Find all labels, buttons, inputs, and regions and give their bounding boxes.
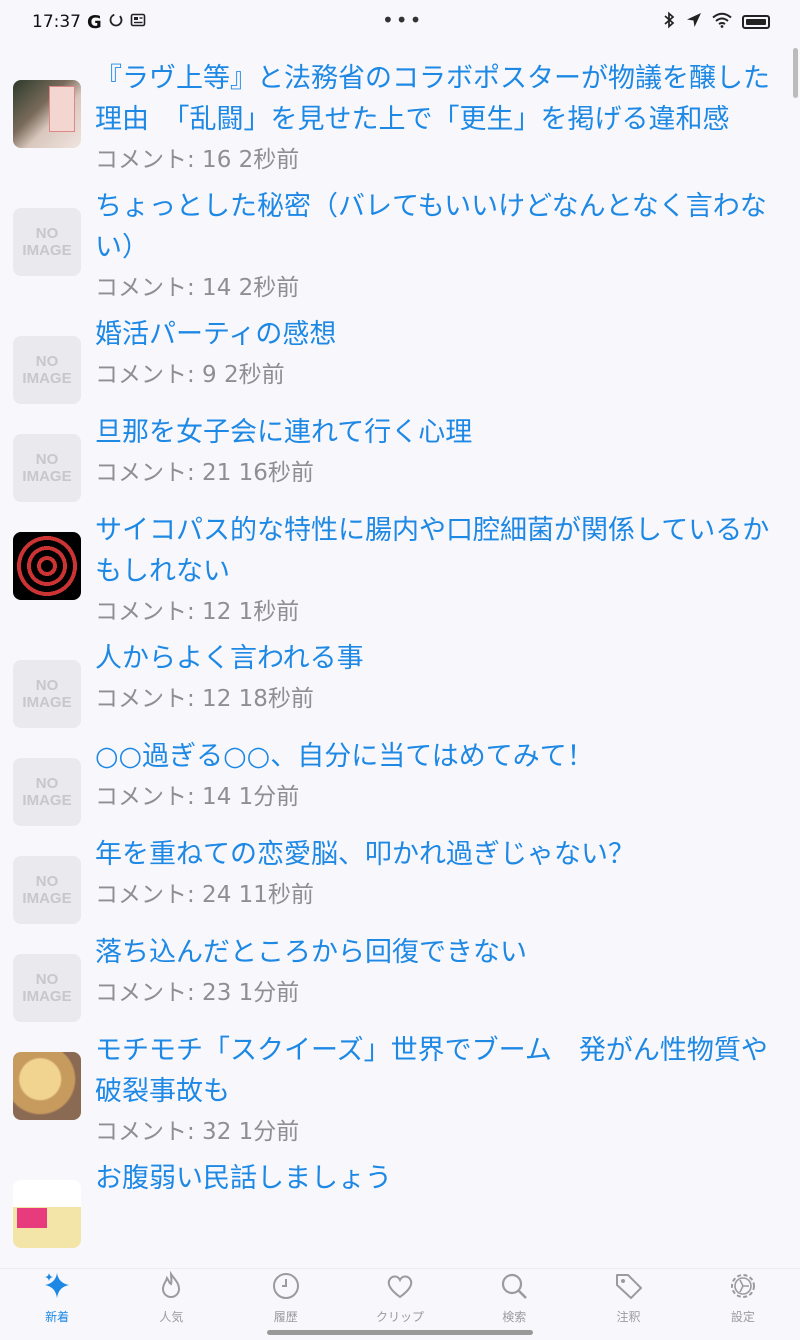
tab-tag[interactable]: 注釈 — [572, 1269, 686, 1340]
list-item-body: サイコパス的な特性に腸内や口腔細菌が関係しているかもしれないコメント: 12 1… — [95, 510, 780, 630]
topic-title[interactable]: 年を重ねての恋愛脳、叩かれ過ぎじゃない？ — [95, 834, 780, 875]
comment-count-time: コメント: 21 16秒前 — [95, 460, 314, 486]
no-image-label: NO — [35, 775, 59, 792]
thumbnail-image — [13, 1180, 81, 1248]
list-item-body: 年を重ねての恋愛脳、叩かれ過ぎじゃない？ コメント: 24 11秒前 — [95, 834, 780, 913]
tab-label: 履歴 — [273, 1310, 298, 1324]
no-image-placeholder: NO IMAGE — [13, 208, 81, 276]
list-item[interactable]: NO IMAGE 年を重ねての恋愛脳、叩かれ過ぎじゃない？ コメント: 24 11秒前 — [0, 826, 800, 924]
thumbnail-image — [13, 1052, 81, 1120]
thumbnail-image — [13, 80, 81, 148]
no-image-label: NO — [35, 873, 59, 890]
no-image-label: IMAGE — [22, 792, 72, 809]
comment-count-time: コメント: 23 1分前 — [95, 980, 300, 1006]
topic-title[interactable]: ちょっとした秘密（バレてもいいけどなんとなく言わない） — [95, 186, 780, 268]
clock-icon — [271, 1271, 301, 1305]
tab-label: 設定 — [730, 1310, 755, 1324]
topic-list: 『ラヴ上等』と法務省のコラボポスターが物議を醸した理由 「乱闘」を見せた上で「更… — [0, 50, 800, 1268]
tag-icon — [614, 1271, 644, 1305]
search-icon — [499, 1271, 529, 1305]
no-image-label: NO — [35, 451, 59, 468]
no-image-label: NO — [35, 971, 59, 988]
comment-count-time: コメント: 14 2秒前 — [95, 275, 300, 301]
tab-sparkle[interactable]: 新着 — [0, 1269, 114, 1340]
no-image-label: IMAGE — [22, 370, 72, 387]
flame-icon — [156, 1270, 186, 1305]
list-item[interactable]: サイコパス的な特性に腸内や口腔細菌が関係しているかもしれないコメント: 12 1… — [0, 502, 800, 630]
list-item[interactable]: 『ラヴ上等』と法務省のコラボポスターが物議を醸した理由 「乱闘」を見せた上で「更… — [0, 50, 800, 178]
tab-label: 検索 — [502, 1310, 527, 1324]
location-arrow-icon — [686, 12, 702, 33]
google-icon: G — [87, 11, 102, 33]
comment-count-time: コメント: 16 2秒前 — [95, 147, 300, 173]
status-time: 17:37 — [32, 12, 81, 32]
no-image-placeholder: NO IMAGE — [13, 758, 81, 826]
tab-label: 新着 — [45, 1310, 70, 1324]
wifi-icon — [712, 12, 732, 33]
news-icon — [130, 12, 146, 33]
tab-label: 注釈 — [616, 1310, 641, 1324]
thumbnail-image — [13, 532, 81, 600]
no-image-label: IMAGE — [22, 890, 72, 907]
no-image-placeholder: NO IMAGE — [13, 434, 81, 502]
gear-icon — [728, 1271, 758, 1305]
home-indicator[interactable] — [267, 1330, 533, 1335]
topic-title[interactable]: 婚活パーティの感想 — [95, 314, 780, 355]
list-item-body: モチモチ「スクイーズ」世界でブーム 発がん性物質や破裂事故もコメント: 32 1… — [95, 1030, 780, 1150]
topic-title[interactable]: モチモチ「スクイーズ」世界でブーム 発がん性物質や破裂事故も — [95, 1030, 780, 1112]
list-item-body: 『ラヴ上等』と法務省のコラボポスターが物議を醸した理由 「乱闘」を見せた上で「更… — [95, 58, 780, 178]
topic-title[interactable]: 『ラヴ上等』と法務省のコラボポスターが物議を醸した理由 「乱闘」を見せた上で「更… — [95, 58, 780, 140]
comment-count-time: コメント: 12 18秒前 — [95, 686, 314, 712]
list-item[interactable]: NO IMAGE 落ち込んだところから回復できない コメント: 23 1分前 — [0, 924, 800, 1022]
tab-label: 人気 — [159, 1310, 184, 1324]
list-item-body: ○○過ぎる○○、自分に当てはめてみて！ コメント: 14 1分前 — [95, 736, 780, 815]
no-image-placeholder: NO IMAGE — [13, 660, 81, 728]
comment-count-time: コメント: 12 1秒前 — [95, 599, 300, 625]
topic-title[interactable]: サイコパス的な特性に腸内や口腔細菌が関係しているかもしれない — [95, 510, 780, 592]
sparkle-icon — [42, 1271, 72, 1305]
no-image-label: IMAGE — [22, 242, 72, 259]
tab-label: クリップ — [375, 1310, 424, 1324]
no-image-placeholder: NO IMAGE — [13, 856, 81, 924]
no-image-label: NO — [35, 353, 59, 370]
no-image-placeholder: NO IMAGE — [13, 336, 81, 404]
comment-count-time: コメント: 24 11秒前 — [95, 882, 314, 908]
no-image-label: IMAGE — [22, 468, 72, 485]
no-image-label: NO — [35, 225, 59, 242]
no-image-label: NO — [35, 677, 59, 694]
tab-flame[interactable]: 人気 — [114, 1269, 228, 1340]
list-item-body: 旦那を女子会に連れて行く心理コメント: 21 16秒前 — [95, 412, 780, 491]
comment-count-time: コメント: 9 2秒前 — [95, 362, 285, 388]
more-dots-icon[interactable]: ••• — [382, 8, 423, 32]
comment-count-time: コメント: 14 1分前 — [95, 784, 300, 810]
heart-icon — [385, 1271, 415, 1305]
list-item-body: 落ち込んだところから回復できないコメント: 23 1分前 — [95, 932, 780, 1011]
topic-title[interactable]: お腹弱い民話しましょう — [95, 1158, 780, 1199]
topic-title[interactable]: 人からよく言われる事 — [95, 638, 780, 679]
list-item[interactable]: お腹弱い民話しましょう — [0, 1150, 800, 1248]
list-item[interactable]: NO IMAGE 婚活パーティの感想 コメント: 9 2秒前 — [0, 306, 800, 404]
no-image-label: IMAGE — [22, 988, 72, 1005]
list-item[interactable]: NO IMAGE 人からよく言われる事 コメント: 12 18秒前 — [0, 630, 800, 728]
tab-gear[interactable]: 設定 — [686, 1269, 800, 1340]
battery-icon — [742, 15, 770, 29]
no-image-label: IMAGE — [22, 694, 72, 711]
sync-icon — [108, 12, 124, 33]
topic-title[interactable]: 落ち込んだところから回復できない — [95, 932, 780, 973]
no-image-placeholder: NO IMAGE — [13, 954, 81, 1022]
list-item[interactable]: NO IMAGE ちょっとした秘密（バレてもいいけどなんとなく言わない） コメント: … — [0, 178, 800, 306]
comment-count-time: コメント: 32 1分前 — [95, 1119, 300, 1145]
topic-title[interactable]: 旦那を女子会に連れて行く心理 — [95, 412, 780, 453]
list-item[interactable]: モチモチ「スクイーズ」世界でブーム 発がん性物質や破裂事故もコメント: 32 1… — [0, 1022, 800, 1150]
list-item[interactable]: NO IMAGE ○○過ぎる○○、自分に当てはめてみて！ コメント: 14 1分前 — [0, 728, 800, 826]
list-item[interactable]: NO IMAGE 旦那を女子会に連れて行く心理 コメント: 21 16秒前 — [0, 404, 800, 502]
bluetooth-icon — [662, 11, 676, 34]
list-item-body: 人からよく言われる事コメント: 12 18秒前 — [95, 638, 780, 717]
list-item-body: 婚活パーティの感想コメント: 9 2秒前 — [95, 314, 780, 393]
list-item-body: ちょっとした秘密（バレてもいいけどなんとなく言わない） コメント: 14 2秒前 — [95, 186, 780, 306]
topic-title[interactable]: ○○過ぎる○○、自分に当てはめてみて！ — [95, 736, 780, 777]
list-item-body: お腹弱い民話しましょう — [95, 1158, 780, 1199]
